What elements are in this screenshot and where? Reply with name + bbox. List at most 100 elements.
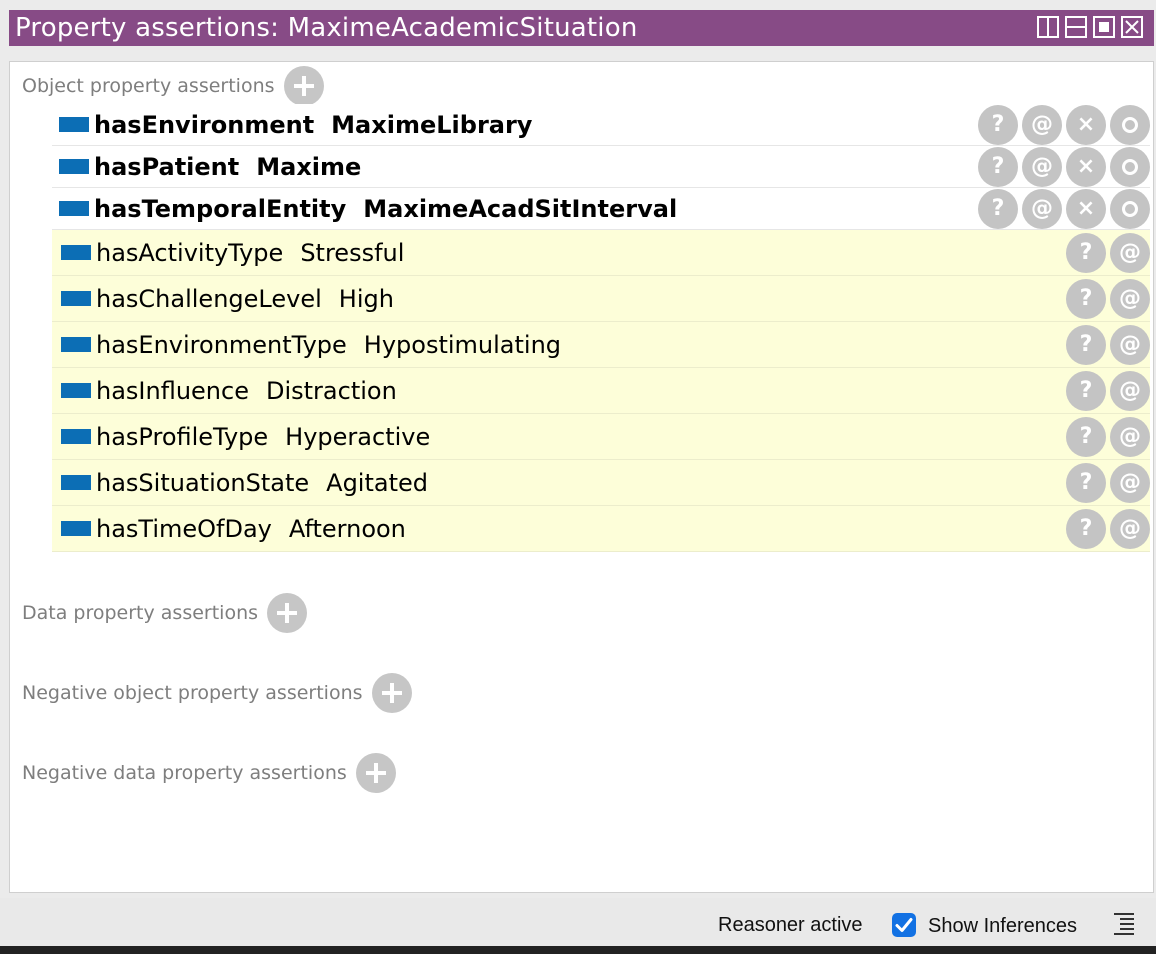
explain-button[interactable]: ? xyxy=(1066,278,1106,319)
explain-button[interactable]: ? xyxy=(1066,462,1106,503)
delete-button[interactable]: × xyxy=(1066,188,1106,229)
explain-button[interactable]: ? xyxy=(978,104,1018,145)
row-actions: ? @ xyxy=(1066,370,1150,411)
object-property-icon xyxy=(61,521,91,536)
add-negative-object-property-assertion-button[interactable] xyxy=(371,673,412,713)
section-label: Object property assertions xyxy=(22,75,275,97)
object-property-icon xyxy=(59,201,89,216)
minimize-view-icon[interactable] xyxy=(1065,16,1087,38)
asserted-assertion-row[interactable]: hasPatient Maxime ? @ × xyxy=(52,146,1150,188)
object-property-icon xyxy=(59,117,89,132)
edit-button[interactable] xyxy=(1110,146,1150,187)
add-negative-data-property-assertion-button[interactable] xyxy=(355,753,396,793)
property-name: hasActivityType xyxy=(96,238,284,267)
property-value: Hypostimulating xyxy=(363,330,562,359)
annotate-button[interactable]: @ xyxy=(1110,462,1150,503)
explain-button[interactable]: ? xyxy=(1066,416,1106,457)
property-name: hasSituationState xyxy=(96,468,310,497)
inferred-assertion-row[interactable]: hasProfileType Hyperactive ? @ xyxy=(52,414,1150,460)
list-view-icon[interactable] xyxy=(1114,913,1134,937)
close-view-icon[interactable] xyxy=(1121,16,1143,38)
explain-button[interactable]: ? xyxy=(1066,508,1106,549)
object-property-assertions-header: Object property assertions xyxy=(22,66,324,106)
row-actions: ? @ xyxy=(1066,462,1150,503)
annotate-button[interactable]: @ xyxy=(1110,324,1150,365)
explain-button[interactable]: ? xyxy=(1066,232,1106,273)
property-name: hasEnvironmentType xyxy=(96,330,347,359)
object-property-icon xyxy=(61,475,91,490)
property-value: Agitated xyxy=(326,468,429,497)
delete-button[interactable]: × xyxy=(1066,104,1106,145)
window-controls xyxy=(1037,16,1143,38)
edit-button[interactable] xyxy=(1110,104,1150,145)
row-actions: ? @ xyxy=(1066,278,1150,319)
property-value: MaximeLibrary xyxy=(331,110,533,139)
property-value: Stressful xyxy=(300,238,405,267)
inferred-assertion-row[interactable]: hasActivityType Stressful ? @ xyxy=(52,230,1150,276)
property-name: hasInfluence xyxy=(96,376,249,405)
delete-button[interactable]: × xyxy=(1066,146,1106,187)
section-label: Negative object property assertions xyxy=(22,682,363,704)
annotate-button[interactable]: @ xyxy=(1110,416,1150,457)
add-object-property-assertion-button[interactable] xyxy=(283,66,324,106)
property-name: hasEnvironment xyxy=(94,110,315,139)
explain-button[interactable]: ? xyxy=(1066,324,1106,365)
property-name: hasPatient xyxy=(94,152,240,181)
reasoner-status: Reasoner active xyxy=(718,914,863,936)
row-actions: ? @ xyxy=(1066,324,1150,365)
row-actions: ? @ xyxy=(1066,508,1150,549)
property-name: hasChallengeLevel xyxy=(96,284,322,313)
annotate-button[interactable]: @ xyxy=(1022,188,1062,229)
show-inferences-checkbox[interactable] xyxy=(892,913,916,937)
annotate-button[interactable]: @ xyxy=(1022,104,1062,145)
inferred-assertion-row[interactable]: hasInfluence Distraction ? @ xyxy=(52,368,1150,414)
show-inferences-label[interactable]: Show Inferences xyxy=(928,915,1077,938)
property-value: Afternoon xyxy=(288,514,406,543)
negative-object-property-assertions-header: Negative object property assertions xyxy=(22,673,412,713)
explain-button[interactable]: ? xyxy=(1066,370,1106,411)
negative-data-property-assertions-header: Negative data property assertions xyxy=(22,753,396,793)
inferred-assertion-row[interactable]: hasTimeOfDay Afternoon ? @ xyxy=(52,506,1150,552)
row-actions: ? @ xyxy=(1066,232,1150,273)
property-value: Hyperactive xyxy=(285,422,431,451)
section-label: Negative data property assertions xyxy=(22,762,347,784)
annotate-button[interactable]: @ xyxy=(1110,232,1150,273)
explain-button[interactable]: ? xyxy=(978,188,1018,229)
add-data-property-assertion-button[interactable] xyxy=(267,593,308,633)
window-title: Property assertions: MaximeAcademicSitua… xyxy=(15,13,638,43)
inferred-assertion-row[interactable]: hasChallengeLevel High ? @ xyxy=(52,276,1150,322)
split-view-icon[interactable] xyxy=(1037,16,1059,38)
property-name: hasProfileType xyxy=(96,422,269,451)
status-bar: Reasoner active Show Inferences xyxy=(0,898,1156,946)
data-property-assertions-header: Data property assertions xyxy=(22,593,308,633)
property-value: Distraction xyxy=(265,376,397,405)
explain-button[interactable]: ? xyxy=(978,146,1018,187)
annotate-button[interactable]: @ xyxy=(1110,508,1150,549)
title-bar: Property assertions: MaximeAcademicSitua… xyxy=(9,10,1154,46)
inferred-assertion-row[interactable]: hasEnvironmentType Hypostimulating ? @ xyxy=(52,322,1150,368)
maximize-view-icon[interactable] xyxy=(1093,16,1115,38)
object-property-icon xyxy=(59,159,89,174)
row-actions: ? @ × xyxy=(978,146,1150,187)
object-property-icon xyxy=(61,429,91,444)
assertions-panel: Object property assertions hasEnvironmen… xyxy=(9,61,1154,893)
object-property-icon xyxy=(61,291,91,306)
object-property-icon xyxy=(61,383,91,398)
checkmark-icon xyxy=(895,918,913,932)
annotate-button[interactable]: @ xyxy=(1110,370,1150,411)
row-actions: ? @ × xyxy=(978,104,1150,145)
asserted-assertion-row[interactable]: hasTemporalEntity MaximeAcadSitInterval … xyxy=(52,188,1150,230)
edit-button[interactable] xyxy=(1110,188,1150,229)
object-property-icon xyxy=(61,337,91,352)
property-value: MaximeAcadSitInterval xyxy=(363,194,678,223)
object-property-icon xyxy=(61,245,91,260)
inferred-assertion-row[interactable]: hasSituationState Agitated ? @ xyxy=(52,460,1150,506)
annotate-button[interactable]: @ xyxy=(1110,278,1150,319)
property-value: High xyxy=(338,284,394,313)
row-actions: ? @ × xyxy=(978,188,1150,229)
property-value: Maxime xyxy=(256,152,362,181)
asserted-assertion-row[interactable]: hasEnvironment MaximeLibrary ? @ × xyxy=(52,104,1150,146)
row-actions: ? @ xyxy=(1066,416,1150,457)
property-name: hasTimeOfDay xyxy=(96,514,272,543)
annotate-button[interactable]: @ xyxy=(1022,146,1062,187)
